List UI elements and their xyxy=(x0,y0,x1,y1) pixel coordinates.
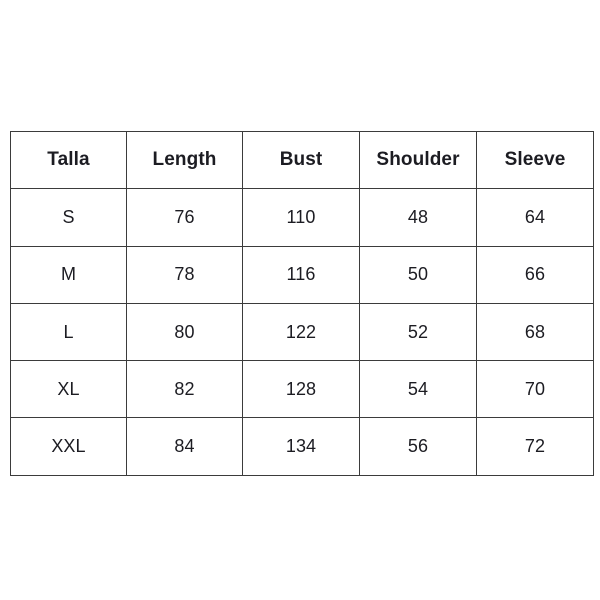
cell-sleeve: 70 xyxy=(476,360,594,419)
column-header-sleeve: Sleeve xyxy=(476,130,594,190)
page-canvas: Talla Length Bust Shoulder Sleeve S 76 1… xyxy=(0,0,600,600)
cell-length: 84 xyxy=(126,417,243,476)
cell-bust: 122 xyxy=(242,302,360,362)
column-header-size: Talla xyxy=(10,130,127,190)
cell-shoulder: 50 xyxy=(359,245,477,304)
cell-shoulder: 56 xyxy=(359,417,477,476)
column-header-shoulder: Shoulder xyxy=(359,130,477,190)
size-chart-container: Talla Length Bust Shoulder Sleeve S 76 1… xyxy=(10,130,594,476)
cell-bust: 110 xyxy=(242,188,360,247)
table-row: L 80 122 52 68 xyxy=(10,302,594,362)
table-row: XXL 84 134 56 72 xyxy=(10,417,594,476)
cell-sleeve: 72 xyxy=(476,417,594,476)
table-row: M 78 116 50 66 xyxy=(10,245,594,304)
table-body: S 76 110 48 64 M 78 116 50 66 L 80 122 5… xyxy=(10,188,594,476)
table-row: S 76 110 48 64 xyxy=(10,188,594,247)
cell-size: M xyxy=(10,245,127,304)
cell-size: XXL xyxy=(10,417,127,476)
cell-bust: 134 xyxy=(242,417,360,476)
cell-sleeve: 64 xyxy=(476,188,594,247)
cell-size: XL xyxy=(10,360,127,419)
cell-sleeve: 66 xyxy=(476,245,594,304)
cell-length: 80 xyxy=(126,302,243,362)
cell-length: 76 xyxy=(126,188,243,247)
table-header-row: Talla Length Bust Shoulder Sleeve xyxy=(10,130,594,190)
cell-size: S xyxy=(10,188,127,247)
cell-sleeve: 68 xyxy=(476,302,594,362)
cell-bust: 116 xyxy=(242,245,360,304)
table-header: Talla Length Bust Shoulder Sleeve xyxy=(10,130,594,190)
cell-size: L xyxy=(10,302,127,362)
table-row: XL 82 128 54 70 xyxy=(10,360,594,419)
cell-length: 82 xyxy=(126,360,243,419)
cell-bust: 128 xyxy=(242,360,360,419)
size-chart-table: Talla Length Bust Shoulder Sleeve S 76 1… xyxy=(10,130,594,476)
cell-shoulder: 54 xyxy=(359,360,477,419)
column-header-bust: Bust xyxy=(242,130,360,190)
cell-shoulder: 48 xyxy=(359,188,477,247)
column-header-length: Length xyxy=(126,130,243,190)
cell-shoulder: 52 xyxy=(359,302,477,362)
cell-length: 78 xyxy=(126,245,243,304)
